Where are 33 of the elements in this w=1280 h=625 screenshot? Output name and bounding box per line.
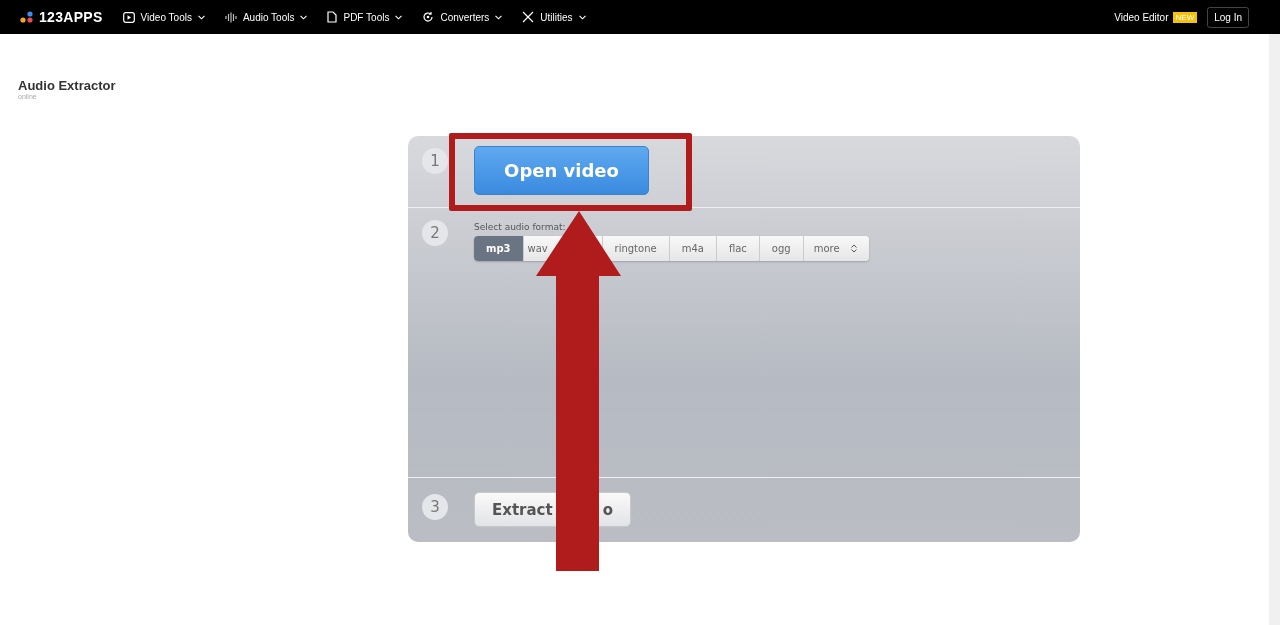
nav-menu-item[interactable]: Utilities: [522, 11, 586, 23]
play-icon: [122, 11, 135, 23]
refresh-icon: [422, 11, 435, 23]
video-editor-link[interactable]: Video Editor: [1114, 11, 1169, 23]
format-tab[interactable]: flac: [716, 236, 760, 261]
chevron-down-icon: [578, 14, 586, 20]
waveform-icon: [224, 11, 237, 23]
chevron-down-icon: [495, 14, 503, 20]
nav-menu-item[interactable]: PDF Tools: [327, 11, 403, 23]
format-tab[interactable]: ogg: [759, 236, 804, 261]
nav-menu-item[interactable]: Audio Tools: [224, 11, 308, 23]
chevron-down-icon: [395, 14, 403, 20]
login-button[interactable]: Log In: [1207, 6, 1249, 28]
up-down-caret-icon: [851, 244, 857, 253]
nav-menu-item[interactable]: Video Tools: [122, 11, 205, 23]
logo-text: 123APPS: [39, 9, 103, 25]
step-number: 1: [422, 148, 448, 174]
logo-dots-icon: [20, 11, 34, 23]
page-title: Audio Extractor: [18, 78, 117, 93]
format-label: Select audio format:: [474, 222, 567, 232]
more-formats-dropdown[interactable]: more: [803, 236, 869, 261]
nav-menu-item[interactable]: Converters: [422, 11, 503, 23]
format-tab[interactable]: wav: [523, 236, 548, 261]
document-icon: [327, 11, 338, 23]
chevron-down-icon: [197, 14, 205, 20]
step-number: 3: [422, 494, 448, 520]
format-tab[interactable]: m4a: [669, 236, 717, 261]
logo[interactable]: 123APPS: [20, 9, 103, 25]
step-number: 2: [422, 220, 448, 246]
chevron-down-icon: [300, 14, 308, 20]
new-badge: NEW: [1172, 11, 1198, 23]
format-tab[interactable]: mp3: [474, 236, 524, 261]
format-tab[interactable]: ringtone: [601, 236, 670, 261]
